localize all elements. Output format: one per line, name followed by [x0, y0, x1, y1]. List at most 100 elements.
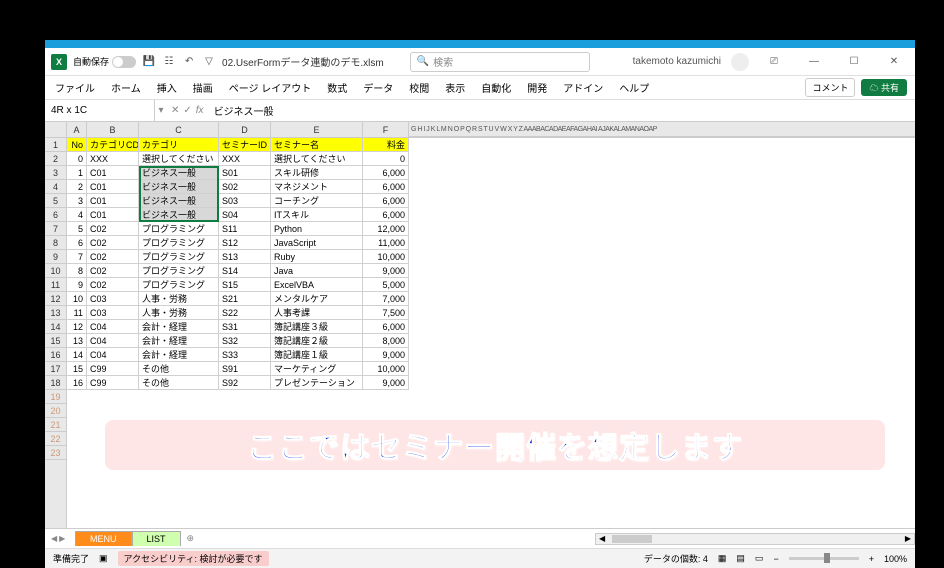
tab-home[interactable]: ホーム	[109, 76, 143, 99]
cell[interactable]: 11	[67, 306, 87, 320]
row-header[interactable]: 12	[45, 292, 66, 306]
cell[interactable]: 6,000	[363, 320, 409, 334]
new-sheet-button[interactable]: ⊕	[181, 533, 201, 544]
cell[interactable]: プログラミング	[139, 264, 219, 278]
row-header[interactable]: 15	[45, 334, 66, 348]
header-cell[interactable]: No	[67, 138, 87, 152]
cell[interactable]: 6,000	[363, 166, 409, 180]
cell[interactable]: S13	[219, 250, 271, 264]
row-header[interactable]: 14	[45, 320, 66, 334]
cell[interactable]: C02	[87, 264, 139, 278]
tab-insert[interactable]: 挿入	[155, 76, 179, 99]
row-header[interactable]: 6	[45, 208, 66, 222]
cell[interactable]: 簿記講座２級	[271, 334, 363, 348]
row-header[interactable]: 23	[45, 446, 66, 460]
account-name[interactable]: takemoto kazumichi	[633, 56, 721, 67]
cell[interactable]: S11	[219, 222, 271, 236]
cell[interactable]: 3	[67, 194, 87, 208]
cell[interactable]: 人事・労務	[139, 306, 219, 320]
row-header[interactable]: 7	[45, 222, 66, 236]
cell[interactable]: 5,000	[363, 278, 409, 292]
cell[interactable]: S91	[219, 362, 271, 376]
row-header[interactable]: 8	[45, 236, 66, 250]
cell[interactable]: 9	[67, 278, 87, 292]
cell[interactable]: Python	[271, 222, 363, 236]
cell[interactable]: ビジネス一般	[139, 180, 219, 194]
qat-icon[interactable]: ☷	[162, 55, 176, 69]
cell[interactable]: 会計・経理	[139, 334, 219, 348]
select-all-corner[interactable]	[45, 122, 67, 138]
view-pagebreak-icon[interactable]: ▭	[755, 553, 764, 564]
cell[interactable]: C01	[87, 208, 139, 222]
cell[interactable]: 6,000	[363, 208, 409, 222]
row-header[interactable]: 9	[45, 250, 66, 264]
cell[interactable]: プログラミング	[139, 222, 219, 236]
enter-icon[interactable]: ✓	[183, 105, 191, 116]
cell[interactable]: XXX	[219, 152, 271, 166]
zoom-level[interactable]: 100%	[884, 554, 907, 564]
cell[interactable]: 選択してください	[271, 152, 363, 166]
tab-formulas[interactable]: 数式	[325, 76, 349, 99]
row-header[interactable]: 3	[45, 166, 66, 180]
tab-pagelayout[interactable]: ページ レイアウト	[227, 76, 314, 99]
cell[interactable]: C04	[87, 320, 139, 334]
row-header[interactable]: 1	[45, 138, 66, 152]
view-pagelayout-icon[interactable]: ▤	[736, 553, 745, 564]
cell[interactable]: 16	[67, 376, 87, 390]
tab-developer[interactable]: 開発	[525, 76, 549, 99]
cell[interactable]: 選択してください	[139, 152, 219, 166]
cell[interactable]: 13	[67, 334, 87, 348]
col-header[interactable]: D	[219, 122, 271, 137]
cell[interactable]: 14	[67, 348, 87, 362]
name-box[interactable]: 4R x 1C	[45, 100, 155, 121]
cell[interactable]: C99	[87, 362, 139, 376]
col-headers-extra[interactable]: G H I J K L M N O P Q R S T U V W X Y Z …	[409, 122, 915, 137]
undo-icon[interactable]: ↶	[182, 55, 196, 69]
col-header[interactable]: F	[363, 122, 409, 137]
tab-view[interactable]: 表示	[443, 76, 467, 99]
zoom-slider[interactable]	[789, 557, 859, 560]
tab-file[interactable]: ファイル	[53, 76, 97, 99]
cell[interactable]: S14	[219, 264, 271, 278]
cell[interactable]: JavaScript	[271, 236, 363, 250]
cell[interactable]: 6	[67, 236, 87, 250]
cell[interactable]: C02	[87, 222, 139, 236]
cell[interactable]: C02	[87, 250, 139, 264]
cell[interactable]: 簿記講座３級	[271, 320, 363, 334]
fx-icon[interactable]: fx	[196, 105, 204, 116]
row-header[interactable]: 19	[45, 390, 66, 404]
tab-nav-next[interactable]: ▶	[59, 534, 65, 543]
cell[interactable]: プレゼンテーション	[271, 376, 363, 390]
col-header[interactable]: A	[67, 122, 87, 137]
header-cell[interactable]: 料金	[363, 138, 409, 152]
cancel-icon[interactable]: ✕	[171, 105, 179, 116]
cell[interactable]: スキル研修	[271, 166, 363, 180]
cell[interactable]: C04	[87, 348, 139, 362]
cell[interactable]: C01	[87, 166, 139, 180]
cell[interactable]: C04	[87, 334, 139, 348]
cell[interactable]: プログラミング	[139, 236, 219, 250]
cell[interactable]: 簿記講座１級	[271, 348, 363, 362]
cell[interactable]: その他	[139, 362, 219, 376]
cell[interactable]: 15	[67, 362, 87, 376]
accessibility-status[interactable]: アクセシビリティ: 検討が必要です	[118, 551, 269, 566]
cell[interactable]: S03	[219, 194, 271, 208]
tab-draw[interactable]: 描画	[191, 76, 215, 99]
cell[interactable]: S02	[219, 180, 271, 194]
cell[interactable]: 人事考課	[271, 306, 363, 320]
cell[interactable]: その他	[139, 376, 219, 390]
ribbon-mode-icon[interactable]: ⎚	[759, 52, 789, 72]
cell[interactable]: S04	[219, 208, 271, 222]
row-header[interactable]: 18	[45, 376, 66, 390]
cell[interactable]: 6,000	[363, 180, 409, 194]
row-header[interactable]: 2	[45, 152, 66, 166]
cell[interactable]: 12,000	[363, 222, 409, 236]
cell[interactable]: C03	[87, 292, 139, 306]
cell[interactable]: プログラミング	[139, 278, 219, 292]
cell[interactable]: 10,000	[363, 250, 409, 264]
close-button[interactable]: ✕	[879, 52, 909, 72]
avatar[interactable]	[731, 53, 749, 71]
maximize-button[interactable]: ☐	[839, 52, 869, 72]
sheet-tab-list[interactable]: LIST	[132, 531, 181, 546]
row-header[interactable]: 4	[45, 180, 66, 194]
